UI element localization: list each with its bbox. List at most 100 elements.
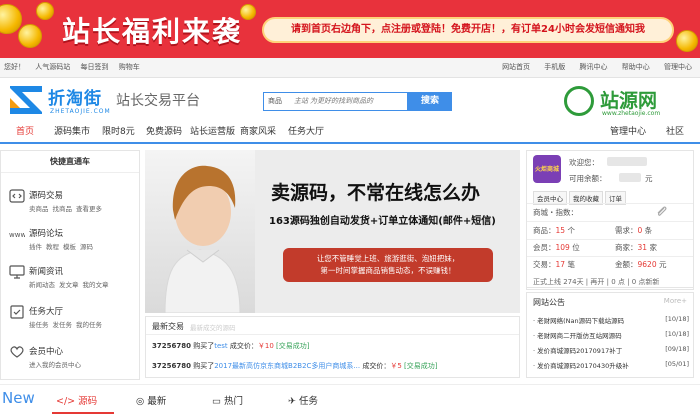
sub-link[interactable]: 接任务 [29, 321, 49, 329]
checkin-link[interactable]: 每日签到 [80, 63, 108, 71]
partner-logo[interactable]: 站源网 www.zhetaojie.com [560, 84, 686, 120]
checklist-icon [10, 305, 24, 319]
announcement-item[interactable]: · 老财网商二开版仿互站网源码 [10/18] [533, 330, 689, 340]
coin-icon [240, 4, 256, 20]
sidebar-item-source-trade[interactable]: 源码交易 卖商品 找商品 查看更多 [9, 185, 137, 223]
svg-text:www: www [9, 231, 25, 239]
latest-trades: 最新交易 最新成交的源码 37256780 购买了test 成交价：￥10 [交… [145, 316, 520, 378]
promo-banner[interactable]: 站长福利来袭 请到首页右边角下，点注册或登陆！免费开店！，有订单24小时会发短信… [0, 0, 700, 58]
tab-source[interactable]: </> 源码 [56, 393, 97, 407]
username-blurred [607, 157, 647, 166]
sub-link[interactable]: 我的任务 [76, 321, 102, 329]
search-button[interactable]: 搜索 [408, 92, 452, 111]
code-icon: </> [56, 396, 79, 407]
tab-hot[interactable]: ▭ 热门 [212, 393, 243, 407]
site-rating-label: 商城・指数： [533, 208, 578, 217]
latest-trades-title: 最新交易 [152, 322, 184, 331]
avatar[interactable]: 火炬商城 [533, 155, 561, 183]
popular-link[interactable]: 人气源码站 [35, 63, 70, 71]
sub-link[interactable]: 教程 [46, 243, 59, 251]
mobile-link[interactable]: 手机版 [544, 63, 565, 71]
trade-row[interactable]: 37256780 购买了test 成交价：￥10 [交易成功] [152, 341, 310, 351]
new-label: New [2, 389, 35, 407]
online-duration: 正式上线 274天 | 再开 | 0 点 | 0 点新新 [526, 274, 694, 290]
main-nav: 首页 源码集市 限时8元 免费源码 站长运营版 商家风采 任务大厅 管理中心 社… [0, 122, 700, 144]
balance-blurred [619, 173, 641, 182]
nav-source-market[interactable]: 源码集市 [54, 122, 90, 142]
search-category-select[interactable]: 商品 [268, 93, 282, 110]
sub-link[interactable]: 新闻动态 [29, 281, 55, 289]
nav-admin[interactable]: 管理中心 [610, 122, 646, 142]
nav-free-source[interactable]: 免费源码 [146, 122, 182, 142]
coin-icon [36, 2, 54, 20]
help-link[interactable]: 帮助中心 [622, 63, 650, 71]
sub-link[interactable]: 模板 [63, 243, 76, 251]
sub-link[interactable]: 插件 [29, 243, 42, 251]
stat-amount: 金额：9620 元 [615, 260, 667, 269]
sub-link[interactable]: 我的文章 [83, 281, 109, 289]
coin-icon [676, 30, 698, 52]
announcements-title: 网站公告 [533, 298, 565, 307]
announcements: 网站公告 More+ · 老财网络(Nan源码下载站源码 [10/18] · 老财… [526, 292, 694, 378]
sidebar-item-news[interactable]: 新闻资讯 新闻动态 发文章 我的文章 [9, 261, 137, 299]
sub-link[interactable]: 进入我的会员中心 [29, 361, 81, 369]
logo-icon [10, 86, 42, 114]
balance-unit: 元 [645, 174, 653, 183]
announcement-item[interactable]: · 发价商城源码20170917补丁 [09/18] [533, 345, 689, 355]
sidebar-item-forum[interactable]: www 源码论坛 插件 教程 模板 源码 [9, 223, 137, 261]
quick-links-sidebar: 快捷直通车 源码交易 卖商品 找商品 查看更多 www 源码论坛 插件 教程 模板 源码 … [0, 150, 140, 380]
hero-headline: 卖源码，不常在线怎么办 [271, 182, 481, 204]
nav-tasks[interactable]: 任务大厅 [288, 122, 324, 142]
nav-webmaster[interactable]: 站长运营版 [190, 122, 235, 142]
sub-link[interactable]: 卖商品 [29, 205, 49, 213]
tencent-link[interactable]: 腾讯中心 [580, 63, 608, 71]
site-logo[interactable]: 折淘街 ZHETAOJIE.COM [8, 82, 112, 118]
sidebar-heading: 快捷直通车 [1, 151, 139, 173]
hero-banner[interactable]: 卖源码，不常在线怎么办 163源码独创自动发货+订单立体通知(邮件+短信) 让您… [145, 150, 520, 313]
site-slogan: 站长交易平台 [116, 93, 200, 109]
hero-subline: 163源码独创自动发货+订单立体通知(邮件+短信) [269, 216, 496, 227]
cart-link[interactable]: 购物车 [119, 63, 140, 71]
nav-limited[interactable]: 限时8元 [102, 122, 135, 142]
nav-merchants[interactable]: 商家风采 [240, 122, 276, 142]
tab-latest[interactable]: ◎ 最新 [136, 393, 166, 407]
stat-merchants: 商家：31 家 [615, 243, 657, 252]
tab-tasks[interactable]: ✈ 任务 [288, 393, 318, 407]
sub-link[interactable]: 源码 [80, 243, 93, 251]
bottom-tabs: New </> 源码 ◎ 最新 ▭ 热门 ✈ 任务 [0, 384, 700, 415]
stat-trades: 交易：17 笔 [533, 260, 575, 269]
search-box: 商品 [263, 92, 408, 111]
heart-icon [10, 346, 24, 358]
sub-link[interactable]: 找商品 [53, 205, 73, 213]
latest-trades-subtitle: 最新成交的源码 [190, 324, 236, 332]
monitor-icon [9, 265, 25, 279]
stat-demands: 需求：0 条 [615, 226, 653, 235]
search-input[interactable] [294, 95, 406, 108]
balance-label: 可用余额： [569, 174, 607, 183]
airplane-icon: ✈ [288, 396, 299, 407]
sidebar-item-tasks[interactable]: 任务大厅 接任务 发任务 我的任务 [9, 301, 137, 339]
site-home-link[interactable]: 网站首页 [502, 63, 530, 71]
nav-home[interactable]: 首页 [16, 122, 34, 142]
active-tab-underline [52, 412, 114, 414]
sub-link[interactable]: 查看更多 [76, 205, 102, 213]
paperclip-icon[interactable] [655, 205, 669, 219]
stat-products: 商品：15 个 [533, 226, 575, 235]
hero-person-image [145, 150, 255, 313]
www-icon: www [9, 231, 25, 239]
announcement-item[interactable]: · 发价商城源码20170430升级补 [05/01] [533, 360, 689, 370]
announcements-more-link[interactable]: More+ [664, 297, 687, 305]
stat-members: 会员：109 位 [533, 243, 580, 252]
nav-community[interactable]: 社区 [666, 122, 684, 142]
partner-logo-icon [564, 86, 594, 116]
user-panel: 火炬商城 欢迎您： 可用余额： 元 会员中心 我的收藏 订单 商城・指数： 商品：1… [526, 150, 694, 288]
admin-link[interactable]: 管理中心 [664, 63, 692, 71]
sidebar-item-member[interactable]: 会员中心 进入我的会员中心 [9, 341, 137, 379]
sub-link[interactable]: 发文章 [59, 281, 79, 289]
welcome-label: 欢迎您： [569, 158, 599, 167]
trade-row[interactable]: 37256780 购买了2017最新高仿京东商城B2B2C多用户商城系... 成… [152, 361, 438, 371]
hero-callout: 让您不管睡觉上班、旅游逛街、泡妞把妹， 第一时间掌握商品销售动态，不误赚钱！ [283, 248, 493, 282]
announcement-item[interactable]: · 老财网络(Nan源码下载站源码 [10/18] [533, 315, 689, 325]
top-bar: 您好！ 人气源码站 每日签到 购物车 网站首页 手机版 腾讯中心 帮助中心 管理… [0, 58, 700, 78]
sub-link[interactable]: 发任务 [53, 321, 73, 329]
